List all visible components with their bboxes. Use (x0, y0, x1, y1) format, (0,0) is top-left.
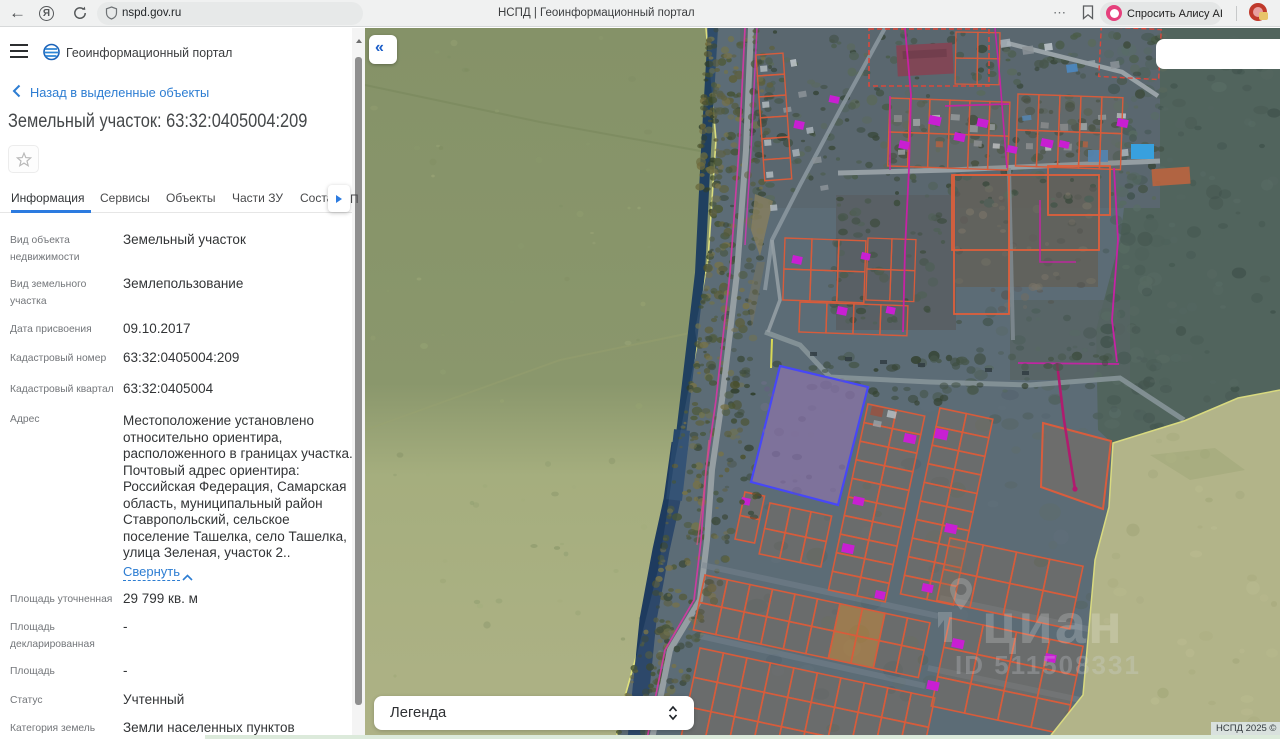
svg-text:ID 511508331: ID 511508331 (955, 650, 1141, 680)
svg-text:циан: циан (982, 592, 1124, 655)
